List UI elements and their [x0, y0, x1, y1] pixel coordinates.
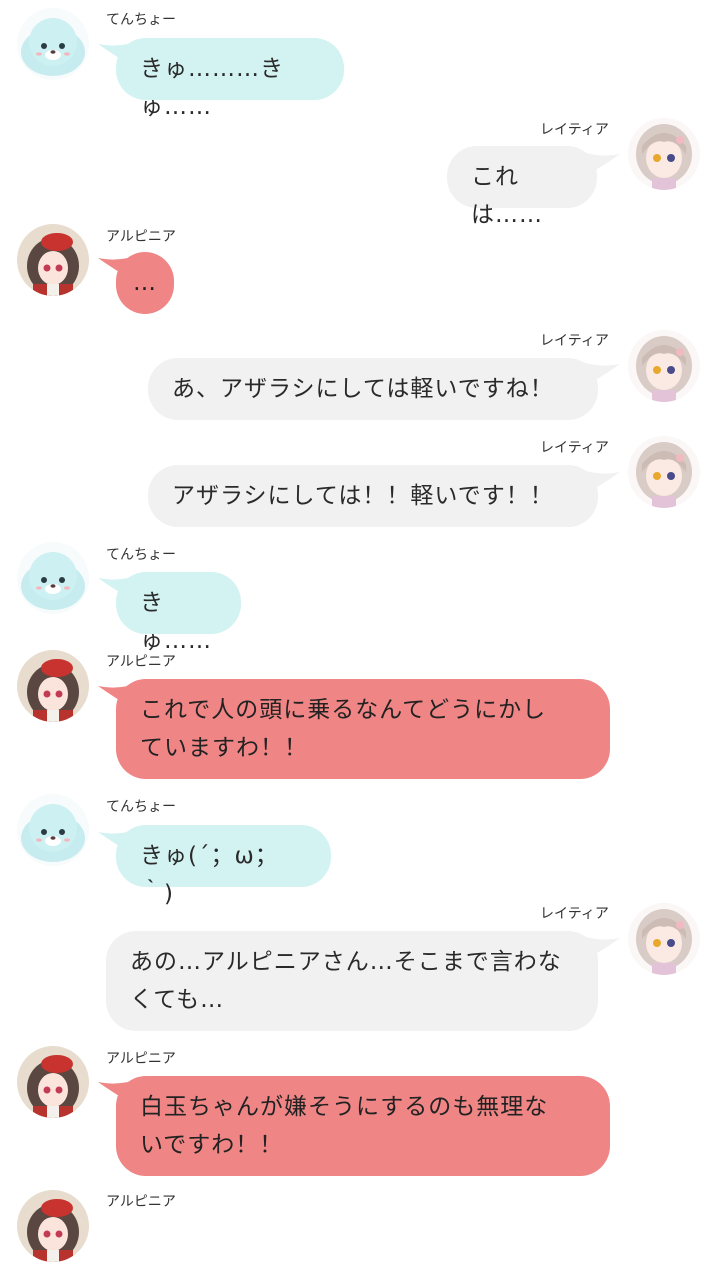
message-bubble: あの…アルピニアさん…そこまで言わな くても…: [106, 931, 598, 1031]
message-bubble: これで人の頭に乗るなんてどうにかし ていますわ！！: [116, 679, 610, 779]
alpinia-avatar-icon[interactable]: [17, 224, 89, 296]
seal-avatar-icon[interactable]: [17, 8, 89, 80]
message-bubble: きゅ……: [116, 572, 241, 654]
reitia-avatar-icon[interactable]: [628, 118, 700, 190]
message-line: これで人の頭に乗るなんてどうにかし: [140, 697, 547, 723]
reitia-avatar-icon[interactable]: [628, 903, 700, 975]
speaker-name: レイティア: [540, 440, 609, 456]
message-line: あの…アルピニアさん…そこまで言わな: [130, 949, 562, 975]
speaker-name: アルピニア: [106, 654, 176, 670]
message-bubble: …: [116, 252, 174, 314]
speaker-name: てんちょー: [106, 799, 176, 815]
message-bubble: きゅ………きゅ……: [116, 38, 344, 120]
message-line: いですわ！！: [140, 1132, 284, 1158]
message-bubble: アザラシにしては！！軽いです！！: [148, 465, 598, 527]
speaker-name: アルピニア: [106, 229, 176, 245]
alpinia-avatar-icon[interactable]: [17, 1046, 89, 1118]
message-line: 白玉ちゃんが嫌そうにするのも無理な: [140, 1094, 549, 1120]
message-bubble: あ、アザラシにしては軽いですね！: [148, 358, 598, 420]
reitia-avatar-icon[interactable]: [628, 330, 700, 402]
alpinia-avatar-icon[interactable]: [17, 650, 89, 722]
speaker-name: アルピニア: [106, 1194, 176, 1210]
speaker-name: てんちょー: [106, 547, 176, 563]
speaker-name: てんちょー: [106, 12, 176, 28]
speaker-name: レイティア: [540, 122, 609, 138]
message-line: くても…: [130, 987, 225, 1013]
seal-avatar-icon[interactable]: [17, 542, 89, 614]
speaker-name: レイティア: [540, 333, 609, 349]
message-bubble: 白玉ちゃんが嫌そうにするのも無理な いですわ！！: [116, 1076, 610, 1176]
alpinia-avatar-icon[interactable]: [17, 1190, 89, 1262]
speaker-name: アルピニア: [106, 1051, 176, 1067]
seal-avatar-icon[interactable]: [17, 794, 89, 866]
message-line: ていますわ！！: [140, 735, 308, 761]
message-bubble: きゅ(´；ω；｀): [116, 825, 331, 907]
speaker-name: レイティア: [540, 906, 609, 922]
reitia-avatar-icon[interactable]: [628, 436, 700, 508]
message-bubble: これは……: [447, 146, 597, 228]
